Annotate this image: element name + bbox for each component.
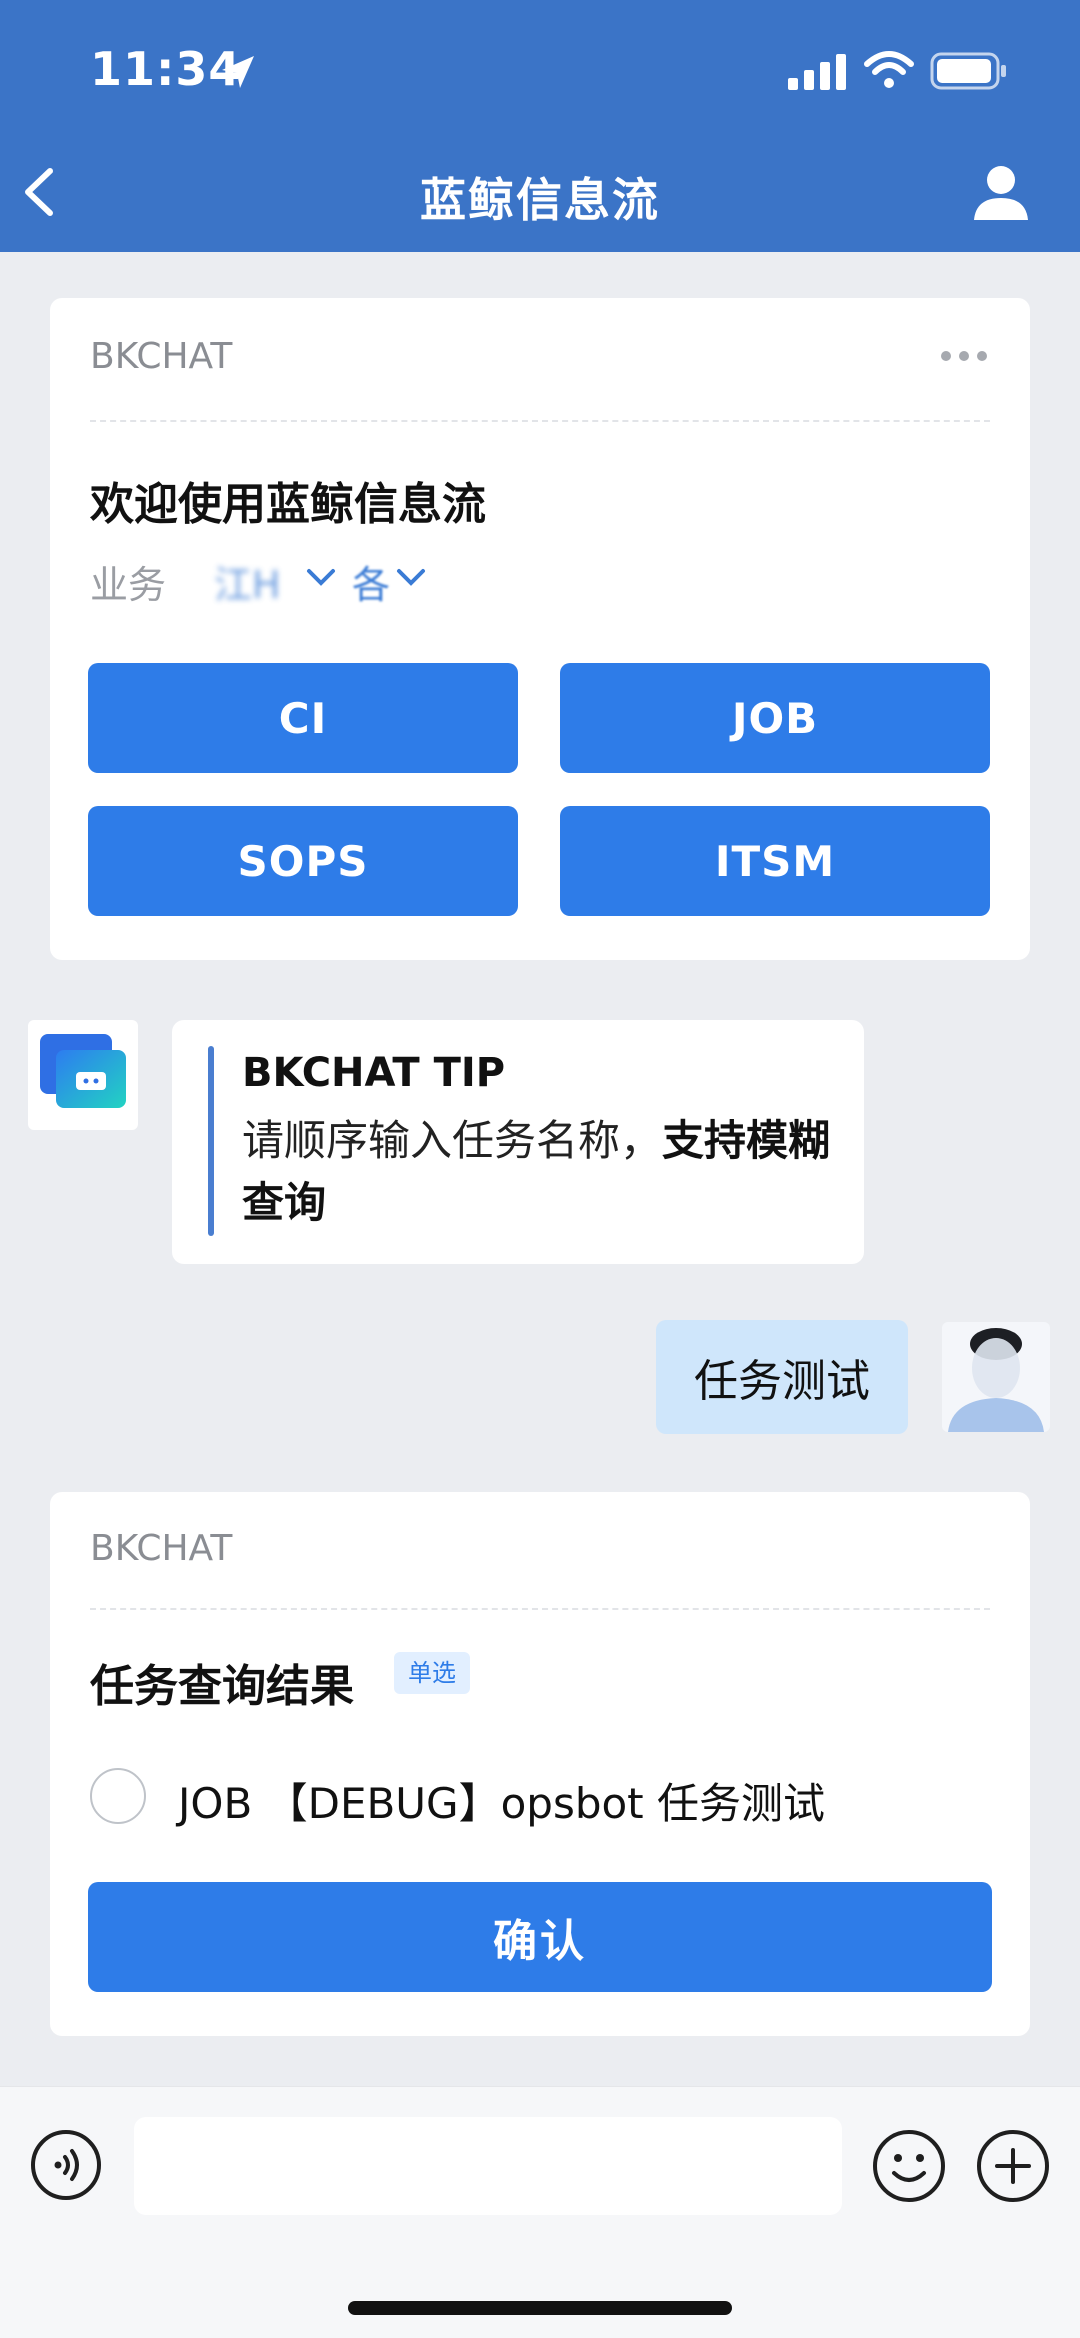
divider	[90, 420, 990, 422]
message-input[interactable]	[134, 2117, 842, 2215]
tip-body-text: 请顺序输入任务名称，	[242, 1116, 663, 1165]
single-select-badge: 单选	[394, 1652, 470, 1694]
card-title: 任务查询结果	[90, 1661, 354, 1712]
welcome-card: BKCHAT 欢迎使用蓝鲸信息流 业务 江H 各 CI JOB SOPS ITS…	[50, 298, 1030, 960]
user-message: 任务测试	[656, 1320, 908, 1434]
signal-icon	[788, 54, 846, 90]
voice-icon[interactable]	[30, 2129, 102, 2201]
job-button[interactable]: JOB	[560, 663, 990, 773]
more-icon[interactable]	[940, 350, 988, 362]
bot-avatar-icon	[40, 1034, 126, 1108]
divider	[90, 1608, 990, 1610]
tip-body: 请顺序输入任务名称，支持模糊查询	[242, 1110, 842, 1234]
tip-title: BKCHAT TIP	[242, 1050, 506, 1096]
business-select[interactable]: 江H	[214, 554, 281, 609]
business-label: 业务	[90, 563, 167, 607]
header: 11:34 蓝鲸信息流	[0, 0, 1080, 252]
user-avatar-image	[948, 1328, 1044, 1432]
tip-accent-bar	[208, 1046, 214, 1236]
confirm-button[interactable]: 确认	[88, 1882, 992, 1992]
composer-bar	[0, 2086, 1080, 2338]
avatar[interactable]	[942, 1322, 1050, 1432]
business-select-2[interactable]: 各	[352, 554, 390, 609]
result-card: BKCHAT 任务查询结果 单选 JOB 【DEBUG】opsbot 任务测试 …	[50, 1492, 1030, 2036]
bot-avatar[interactable]	[28, 1020, 138, 1130]
home-indicator	[348, 2301, 732, 2315]
option-radio[interactable]	[90, 1768, 146, 1824]
itsm-button[interactable]: ITSM	[560, 806, 990, 916]
chevron-down-icon[interactable]	[396, 566, 426, 590]
emoji-icon[interactable]	[872, 2129, 946, 2203]
user-icon[interactable]	[972, 164, 1030, 220]
sops-button[interactable]: SOPS	[88, 806, 518, 916]
wifi-icon	[864, 51, 914, 88]
tip-message: BKCHAT TIP 请顺序输入任务名称，支持模糊查询	[172, 1020, 864, 1264]
card-title: 欢迎使用蓝鲸信息流	[90, 479, 486, 530]
option-label[interactable]: JOB 【DEBUG】opsbot 任务测试	[178, 1770, 825, 1831]
page-title: 蓝鲸信息流	[420, 173, 660, 227]
card-source: BKCHAT	[90, 336, 233, 377]
plus-icon[interactable]	[976, 2129, 1050, 2203]
card-source: BKCHAT	[90, 1528, 233, 1569]
chevron-down-icon[interactable]	[306, 566, 336, 590]
ci-button[interactable]: CI	[88, 663, 518, 773]
battery-icon	[930, 52, 1006, 90]
location-arrow-icon	[222, 56, 254, 88]
